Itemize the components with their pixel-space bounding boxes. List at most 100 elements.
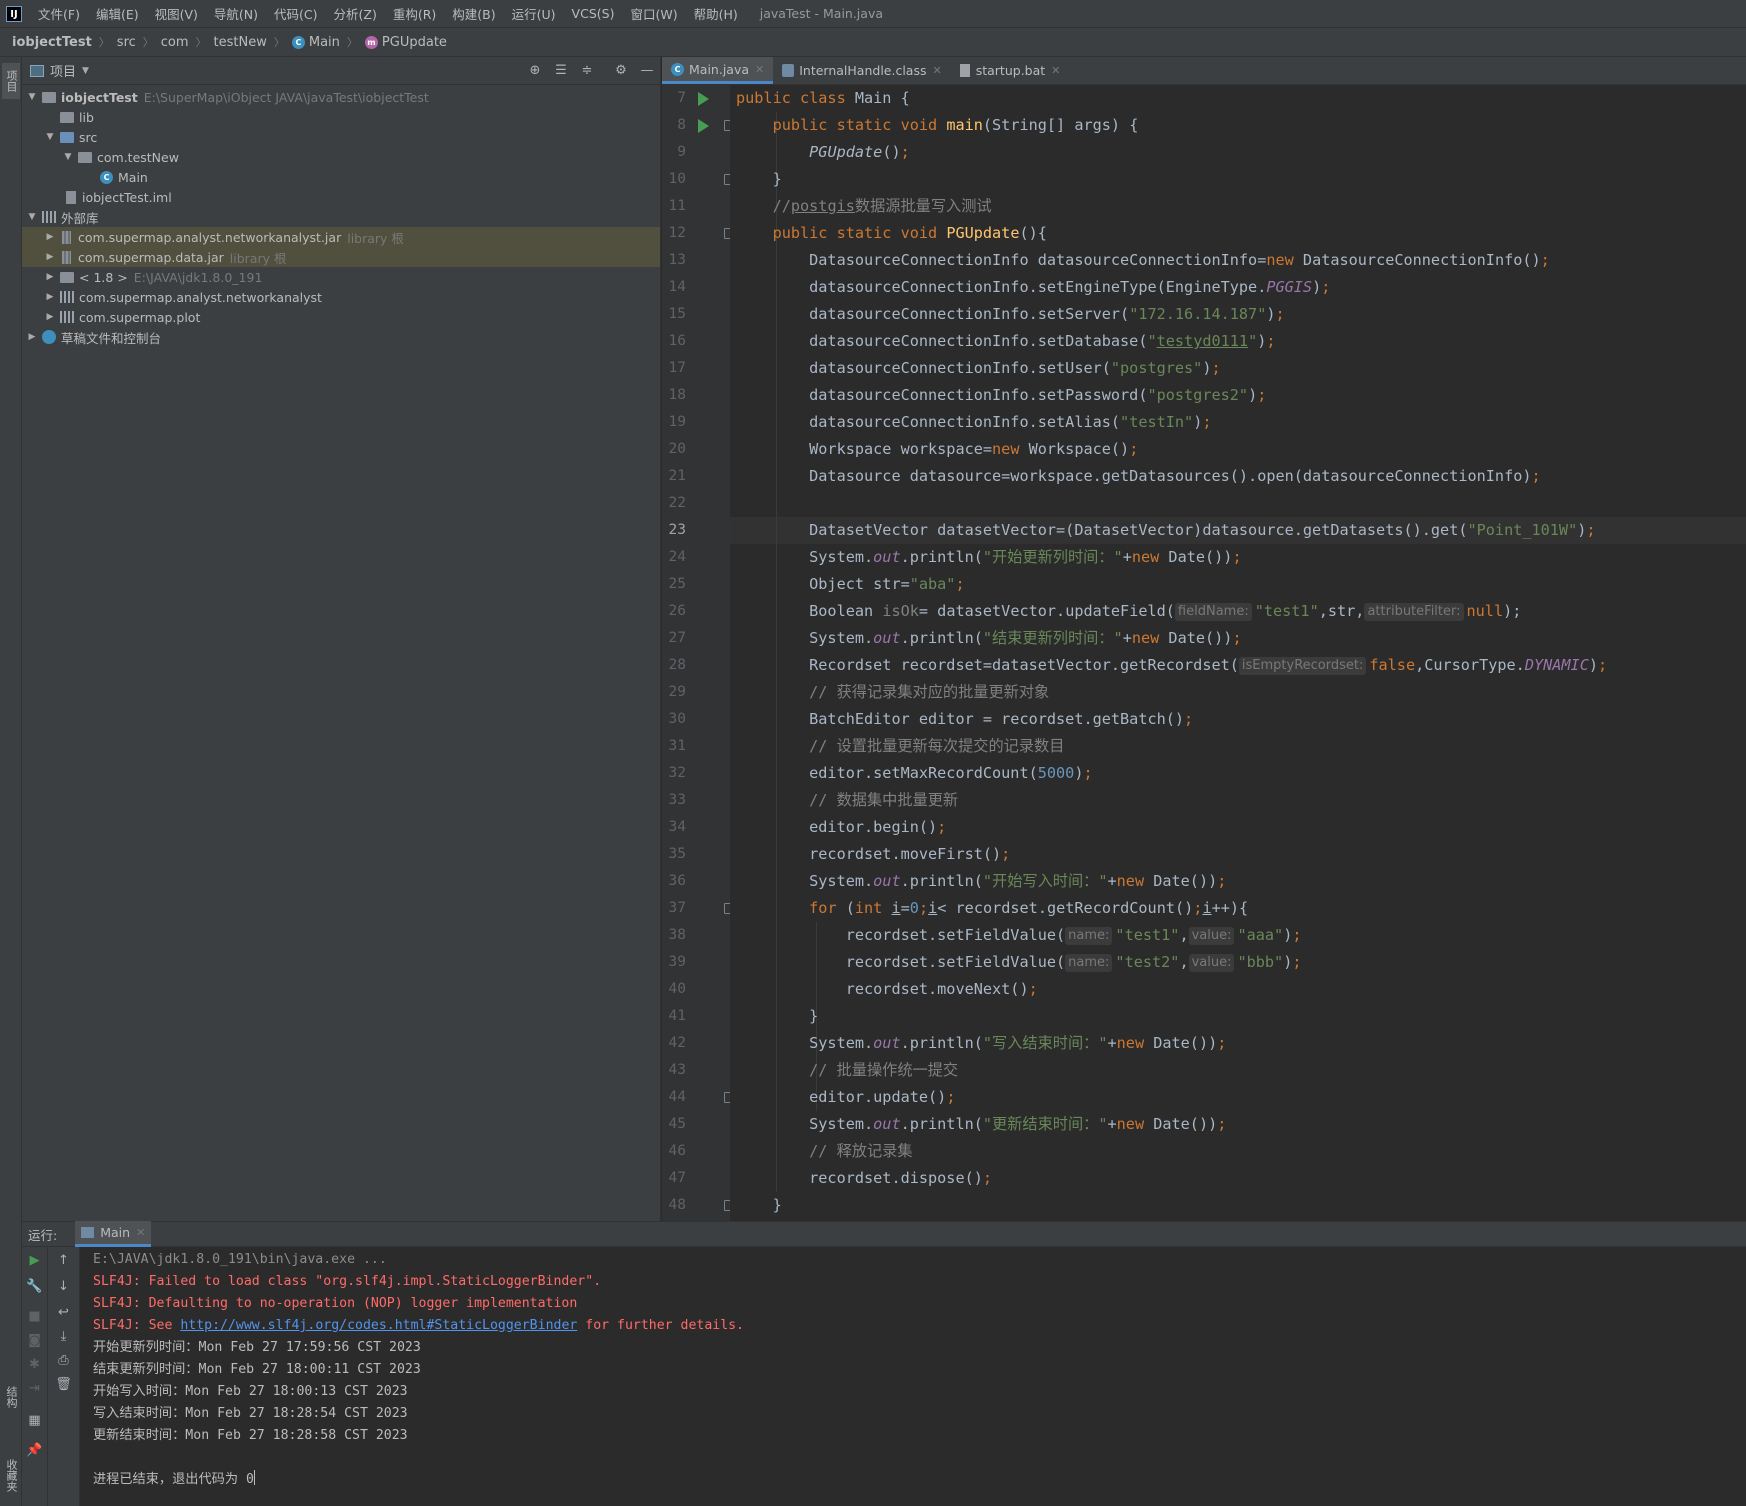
pin-icon[interactable]: 📌 [22,1443,47,1458]
close-icon[interactable]: ✕ [933,64,942,77]
menu-file[interactable]: 文件(F) [30,4,88,23]
menu-analyze[interactable]: 分析(Z) [326,4,385,23]
line-number: 34 [668,819,686,835]
run-icon[interactable] [698,119,709,133]
chevron-right-icon[interactable]: ▶ [26,332,38,342]
exit-icon[interactable]: ⇥ [22,1381,47,1396]
tree-item-iml[interactable]: iobjectTest.iml [22,187,660,207]
menu-run[interactable]: 运行(U) [504,4,564,23]
menu-view[interactable]: 视图(V) [147,4,206,23]
gear-icon[interactable]: ⚙ [614,64,628,78]
breadcrumb-item-project[interactable]: iobjectTest [12,35,92,50]
run-console[interactable]: E:\JAVA\jdk1.8.0_191\bin\java.exe ... SL… [81,1247,1746,1506]
run-icon[interactable] [698,92,709,106]
token: // [736,197,791,215]
code-line: DatasourceConnectionInfo datasourceConne… [736,247,1550,274]
layout-icon[interactable]: ▦ [22,1413,47,1428]
code-line: // 获得记录集对应的批量更新对象 [736,679,1049,706]
tree-item-jar-networkanalyst[interactable]: ▶ com.supermap.analyst.networkanalyst.ja… [22,227,660,247]
tree-item-path: E:\JAVA\jdk1.8.0_191 [133,269,263,285]
expand-all-icon[interactable]: ☰ [554,64,568,78]
tree-item-package[interactable]: ▼ com.testNew [22,147,660,167]
menu-refactor[interactable]: 重构(R) [385,4,444,23]
tree-item-jdk[interactable]: ▶ < 1.8 > E:\JAVA\jdk1.8.0_191 [22,267,660,287]
minimize-icon[interactable]: — [640,64,654,78]
tree-item-lib-networkanalyst[interactable]: ▶ com.supermap.analyst.networkanalyst [22,287,660,307]
chevron-down-icon[interactable]: ▼ [44,132,56,142]
line-number: 18 [668,387,686,403]
chevron-right-icon[interactable]: ▶ [44,232,56,242]
token: ; [1211,359,1221,377]
tab-main-java[interactable]: C Main.java ✕ [662,57,774,84]
line-number: 27 [668,630,686,646]
scroll-to-end-icon[interactable]: ⤓ [48,1329,79,1344]
close-icon[interactable]: ✕ [755,63,764,76]
breadcrumb-item-pgupdate[interactable]: m PGUpdate [364,35,447,50]
trash-icon[interactable]: 🗑 [48,1377,79,1392]
print-icon[interactable]: ⎙ [48,1353,79,1368]
project-panel-title[interactable]: 项目 [50,61,76,80]
rerun-icon[interactable]: ▶ [22,1253,47,1268]
menu-help[interactable]: 帮助(H) [686,4,746,23]
tree-item-external-libraries[interactable]: ▼ 外部库 [22,207,660,227]
structure-tool-tab[interactable]: 结构 [2,1377,20,1417]
code-editor[interactable]: public class Main { public static void m… [730,85,1746,1221]
locate-file-icon[interactable]: ⊕ [528,64,542,78]
tree-item-project[interactable]: ▼ iobjectTest E:\SuperMap\iObject JAVA\j… [22,87,660,107]
tree-item-label: com.supermap.plot [79,309,201,325]
arrow-up-icon[interactable]: ↑ [48,1253,79,1268]
breadcrumb-item-com[interactable]: com [161,35,189,50]
menu-vcs[interactable]: VCS(S) [564,6,623,21]
tree-item-main-class[interactable]: C Main [22,167,660,187]
project-tool-tab[interactable]: 项目 [2,63,20,99]
project-tree: ▼ iobjectTest E:\SuperMap\iObject JAVA\j… [22,85,660,347]
tab-internalhandle-class[interactable]: InternalHandle.class ✕ [773,57,950,84]
breadcrumb-item-src[interactable]: src [117,35,136,50]
chevron-down-icon[interactable]: ▼ [26,212,38,222]
line-number: 37 [668,900,686,916]
tree-item-label: iobjectTest [61,89,138,105]
chevron-right-icon[interactable]: ▶ [44,312,56,322]
code-line: Recordset recordset=datasetVector.getRec… [736,652,1607,679]
console-link[interactable]: http://www.slf4j.org/codes.html#StaticLo… [180,1318,577,1333]
close-icon[interactable]: ✕ [1051,64,1060,77]
token: ; [1321,278,1331,296]
breadcrumb-item-testnew[interactable]: testNew [214,35,267,50]
menu-build[interactable]: 构建(B) [444,4,503,23]
chevron-down-icon[interactable]: ▼ [62,152,74,162]
favorites-tool-tab[interactable]: 收藏夹 [2,1447,20,1503]
chevron-down-icon[interactable]: ▼ [82,66,89,76]
chevron-right-icon[interactable]: ▶ [44,252,56,262]
run-tab-main[interactable]: Main ✕ [75,1221,152,1247]
chevron-right-icon[interactable]: ▶ [44,272,56,282]
tree-item-lib[interactable]: lib [22,107,660,127]
tree-item-jar-data[interactable]: ▶ com.supermap.data.jar library 根 [22,247,660,267]
menu-navigate[interactable]: 导航(N) [206,4,266,23]
menu-window[interactable]: 窗口(W) [622,4,685,23]
tree-item-lib-plot[interactable]: ▶ com.supermap.plot [22,307,660,327]
wrench-icon[interactable]: 🔧 [22,1279,47,1294]
debug-icon[interactable]: ✱ [22,1357,47,1372]
token: ; [1083,764,1093,782]
menu-edit[interactable]: 编辑(E) [88,4,147,23]
console-text: 进程已结束，退出代码为 0 [93,1472,254,1487]
camera-icon[interactable]: ◙ [22,1333,47,1348]
breadcrumb-item-main[interactable]: C Main [291,35,340,50]
menu-code[interactable]: 代码(C) [266,4,325,23]
token: < recordset.getRecordCount() [937,899,1194,917]
token: "Point_101W" [1467,521,1578,539]
collapse-all-icon[interactable]: ≑ [580,64,594,78]
tree-item-src[interactable]: ▼ src [22,127,660,147]
close-icon[interactable]: ✕ [136,1226,145,1239]
tab-startup-bat[interactable]: startup.bat ✕ [951,57,1070,84]
token: + [1107,872,1117,890]
line-number: 23 [668,522,686,538]
soft-wrap-icon[interactable]: ↩ [48,1305,79,1320]
token: System. [736,548,874,566]
chevron-right-icon[interactable]: ▶ [44,292,56,302]
tree-item-scratches[interactable]: ▶ 草稿文件和控制台 [22,327,660,347]
chevron-down-icon[interactable]: ▼ [26,92,38,102]
arrow-down-icon[interactable]: ↓ [48,1279,79,1294]
stop-icon[interactable]: ■ [22,1309,47,1324]
